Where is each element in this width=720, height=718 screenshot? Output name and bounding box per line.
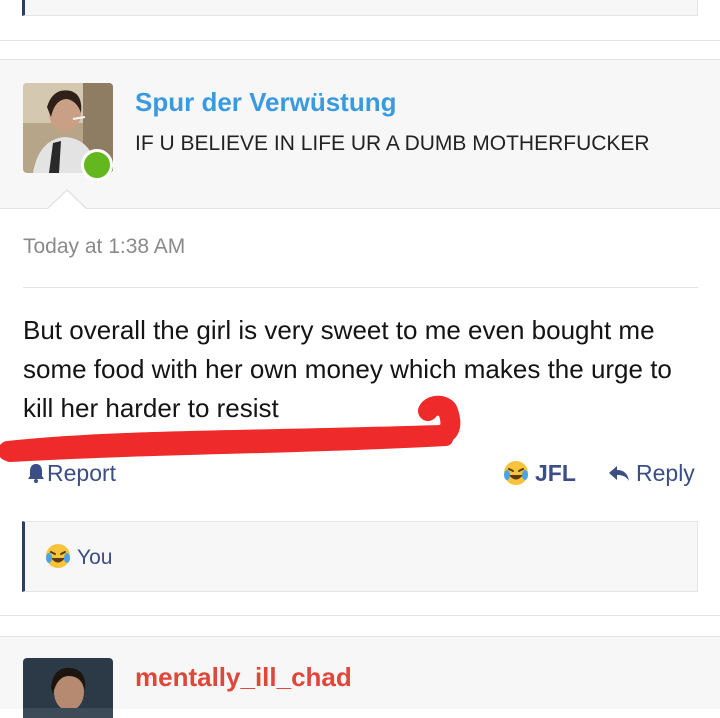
laughing-crying-emoji-icon [45, 543, 71, 569]
reaction-users-label: You [77, 546, 113, 569]
post-actions: Report JFL Reply [0, 458, 720, 492]
reactions-summary: You [22, 521, 698, 592]
divider [23, 287, 698, 288]
jfl-label: JFL [535, 460, 576, 486]
post-author-name[interactable]: Spur der Verwüstung [135, 87, 397, 117]
reply-label: Reply [636, 460, 695, 486]
previous-reaction-box [22, 0, 698, 16]
reaction-users-link[interactable]: You [45, 543, 112, 570]
user-title: IF U BELIEVE IN LIFE UR A DUMB MOTHERFUC… [135, 132, 650, 155]
next-post-avatar[interactable] [23, 658, 113, 718]
jfl-reaction-button[interactable]: JFL [503, 460, 576, 487]
report-button[interactable]: Report [27, 460, 116, 489]
report-label: Report [47, 460, 117, 486]
reply-arrow-icon [608, 462, 630, 489]
post-timestamp[interactable]: Today at 1:38 AM [23, 235, 185, 259]
divider [0, 40, 720, 41]
next-post-author-name[interactable]: mentally_ill_chad [135, 662, 352, 692]
bell-icon [27, 462, 45, 489]
laughing-crying-emoji-icon [503, 460, 529, 486]
divider [0, 615, 720, 616]
reply-button[interactable]: Reply [608, 460, 695, 489]
online-status-indicator [81, 149, 113, 181]
